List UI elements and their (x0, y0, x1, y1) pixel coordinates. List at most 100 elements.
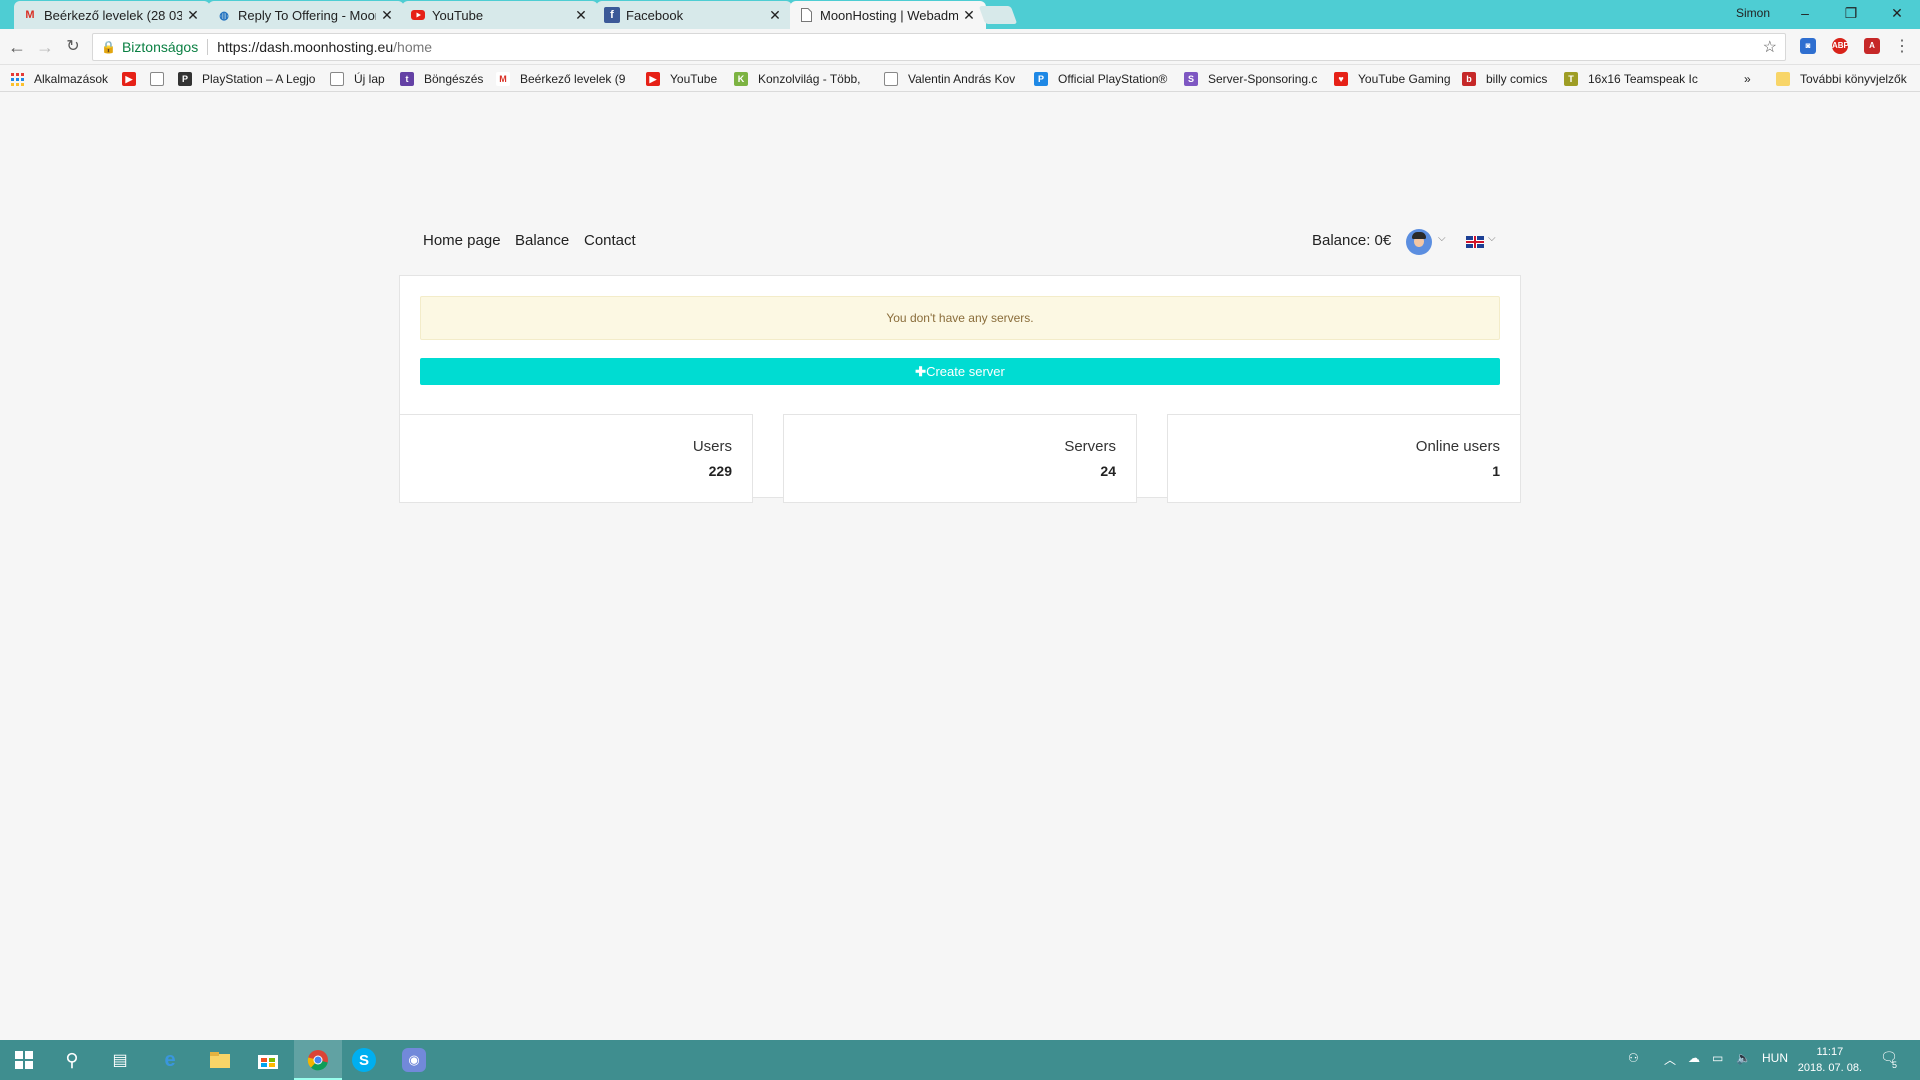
bookmark-server-sponsoring[interactable]: S Server-Sponsoring.c (1184, 70, 1318, 88)
bookmark-youtube-gaming[interactable]: ♥ YouTube Gaming (1334, 70, 1451, 88)
skype-icon[interactable]: S (352, 1048, 376, 1072)
balance-display: Balance: 0€ (1312, 232, 1392, 249)
acrobat-icon[interactable]: A (1864, 38, 1880, 54)
bookmark-label: Konzolvilág - Több, (758, 72, 861, 86)
bookmark-label: Server-Sponsoring.c (1208, 72, 1318, 86)
nav-home-page[interactable]: Home page (423, 232, 501, 249)
tab-title: MoonHosting | Webadmin (820, 7, 958, 23)
adblock-plus-icon[interactable]: ABP (1832, 38, 1849, 54)
windows-taskbar: ⚲ ▤ e S ◉ ⚇ ︿ ☁ ▭ 🔈 HUN 11:17 2018. 07. … (0, 1040, 1920, 1080)
bookmark-playstation[interactable]: P PlayStation – A Legjo (178, 70, 318, 88)
tab-title: Reply To Offering - Moon (238, 7, 376, 23)
windows-start-icon[interactable] (10, 1046, 38, 1074)
reload-icon[interactable]: ↻ (61, 35, 85, 59)
bookmarks-overflow-button[interactable]: » (1744, 70, 1751, 88)
bookmark-label: Valentin András Kov (908, 72, 1016, 86)
tab-title: YouTube (432, 7, 484, 23)
store-icon[interactable] (254, 1046, 282, 1074)
bookmark-billy-comics[interactable]: b billy comics (1462, 70, 1547, 88)
close-icon[interactable]: ✕ (768, 7, 782, 24)
konzolvilag-icon: K (734, 72, 748, 86)
youtube-icon: ▶ (122, 72, 136, 86)
bookmark-gmail[interactable]: M Beérkező levelek (9 (496, 70, 634, 88)
bookmark-label: YouTube Gaming (1358, 72, 1451, 86)
page-icon (884, 72, 898, 86)
bookmark-label: További könyvjelzők (1800, 72, 1907, 86)
browser-menu-icon[interactable]: ⋮ (1890, 35, 1914, 59)
flag-uk-icon[interactable] (1466, 236, 1484, 248)
bookmark-label: Új lap (354, 72, 385, 86)
stat-card-users: Users 229 (399, 414, 753, 503)
chevron-down-icon[interactable]: ⌵ (1488, 233, 1496, 244)
close-icon[interactable]: ✕ (186, 7, 200, 24)
maximize-icon[interactable]: ❐ (1828, 0, 1874, 29)
people-icon[interactable]: ⚇ (1628, 1051, 1639, 1065)
tab-title: Beérkező levelek (28 035) (44, 7, 182, 23)
edge-icon[interactable]: e (156, 1046, 184, 1074)
page-icon (330, 72, 344, 86)
bookmark-youtube[interactable]: ▶ YouTube (646, 70, 717, 88)
bookmark-apps[interactable]: Alkalmazások (10, 70, 108, 88)
bookmark-official-playstation[interactable]: P Official PlayStation® (1034, 70, 1170, 88)
system-clock[interactable]: 11:17 2018. 07. 08. (1798, 1044, 1862, 1076)
stat-label: Servers (1064, 438, 1116, 455)
close-window-icon[interactable]: ✕ (1874, 0, 1920, 29)
gmail-icon: M (25, 9, 35, 21)
address-bar[interactable]: 🔒 Biztonságos https://dash.moonhosting.e… (92, 33, 1786, 61)
close-icon[interactable]: ✕ (962, 7, 976, 24)
gmail-icon: M (496, 72, 510, 86)
tab-gmail[interactable]: M Beérkező levelek (28 035) ✕ (14, 1, 210, 29)
discord-icon[interactable]: ◉ (402, 1048, 426, 1072)
minimize-icon[interactable]: – (1782, 0, 1828, 29)
bookmark-browsing[interactable]: t Böngészés (400, 70, 483, 88)
tab-moonhosting[interactable]: MoonHosting | Webadmin ✕ (790, 1, 986, 29)
bookmark-label: YouTube (670, 72, 718, 86)
volume-icon[interactable]: 🔈 (1736, 1051, 1751, 1065)
file-explorer-icon[interactable] (206, 1046, 234, 1074)
chevron-down-icon[interactable]: ⌵ (1438, 233, 1446, 244)
input-language[interactable]: HUN (1762, 1051, 1788, 1065)
bookmark-label: Beérkező levelek (9 (520, 72, 626, 86)
playstation-icon: P (178, 72, 192, 86)
back-arrow-icon[interactable]: ← (5, 35, 29, 59)
new-tab-button[interactable] (978, 6, 1018, 24)
stat-value: 229 (708, 463, 732, 479)
bookmark-page-unlabeled[interactable] (150, 70, 174, 88)
search-icon[interactable]: ⚲ (58, 1046, 86, 1074)
nav-balance[interactable]: Balance (515, 232, 569, 249)
bookmarks-bar: Alkalmazások ▶ P PlayStation – A Legjo Ú… (0, 65, 1920, 92)
bookmark-konzolvilag[interactable]: K Konzolvilág - Több, (734, 70, 868, 88)
stat-label: Online users (1415, 438, 1500, 455)
extension-icon[interactable]: ◙ (1800, 38, 1816, 54)
chrome-icon[interactable] (304, 1046, 332, 1074)
close-icon[interactable]: ✕ (380, 7, 394, 24)
browser-profile-name[interactable]: Simon (1736, 6, 1770, 20)
close-icon[interactable]: ✕ (574, 7, 588, 24)
stat-card-servers: Servers 24 (783, 414, 1137, 503)
onedrive-cloud-icon[interactable]: ☁ (1688, 1051, 1700, 1065)
bookmark-youtube-unlabeled[interactable]: ▶ (122, 70, 146, 88)
chevron-up-icon[interactable]: ︿ (1664, 1051, 1676, 1068)
bookmark-valentin[interactable]: Valentin András Kov (884, 70, 1020, 88)
youtube-icon (410, 7, 426, 23)
playstation-store-icon: P (1034, 72, 1048, 86)
stat-value: 24 (1100, 463, 1116, 479)
network-icon[interactable]: ▭ (1712, 1051, 1723, 1065)
create-server-button[interactable]: ✚Create server (420, 358, 1500, 385)
bookmark-label: PlayStation – A Legjo (202, 72, 316, 86)
flag-stripe (1474, 236, 1476, 248)
nav-contact[interactable]: Contact (584, 232, 636, 249)
tab-youtube[interactable]: YouTube ✕ (402, 1, 598, 29)
forward-arrow-icon[interactable]: → (33, 35, 57, 59)
other-bookmarks-folder[interactable]: További könyvjelzők (1776, 70, 1907, 88)
bookmark-teamspeak[interactable]: T 16x16 Teamspeak Ic (1564, 70, 1704, 88)
bookmark-label: Böngészés (424, 72, 484, 86)
task-view-icon[interactable]: ▤ (106, 1046, 134, 1074)
bookmark-star-icon[interactable]: ☆ (1763, 37, 1777, 57)
teamspeak-icon: T (1564, 72, 1578, 86)
bookmark-new-tab[interactable]: Új lap (330, 70, 385, 88)
stat-value: 1 (1492, 463, 1500, 479)
user-avatar[interactable] (1406, 229, 1432, 255)
tab-facebook[interactable]: f Facebook ✕ (596, 1, 792, 29)
tab-reply-to-offering[interactable]: ◍ Reply To Offering - Moon ✕ (208, 1, 404, 29)
